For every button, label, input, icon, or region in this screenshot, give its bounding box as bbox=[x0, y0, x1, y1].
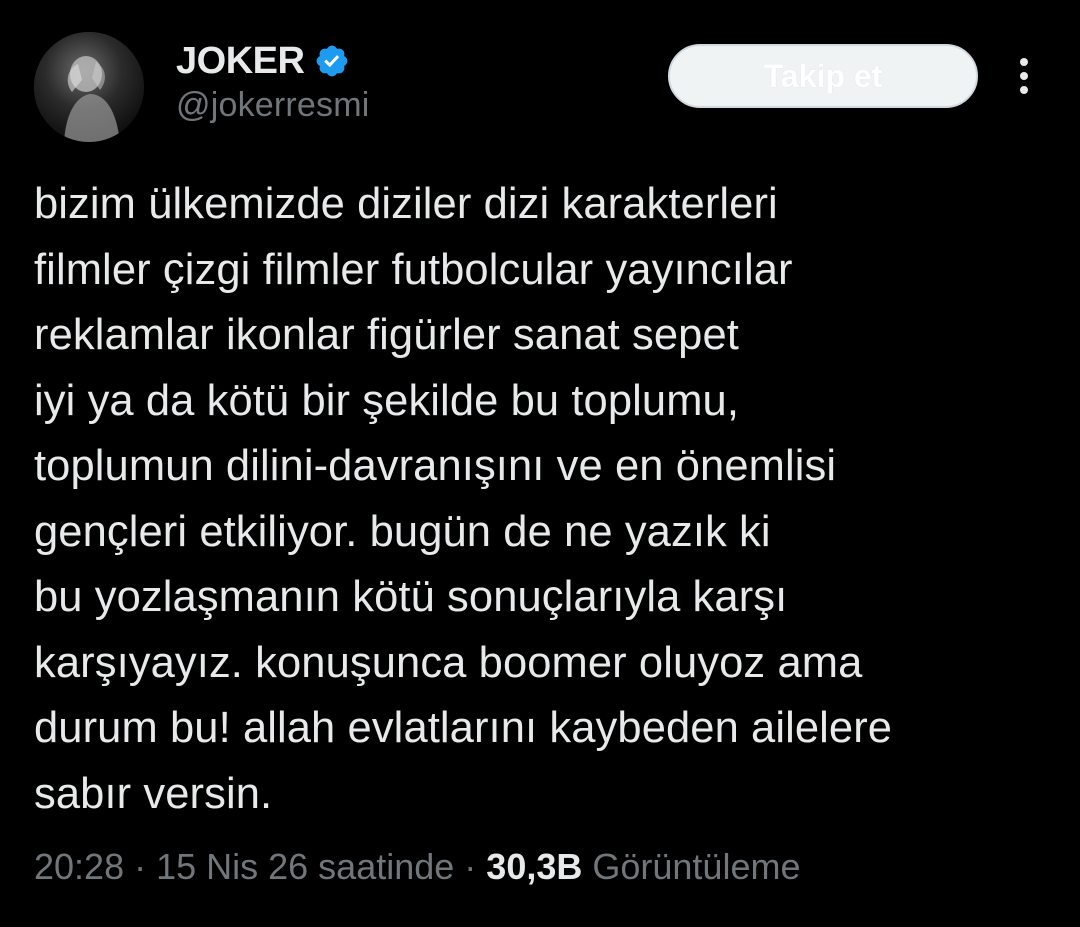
author-name-row: JOKER bbox=[176, 38, 350, 84]
more-vertical-icon[interactable] bbox=[1008, 54, 1040, 98]
follow-button-label: Takip et bbox=[763, 57, 883, 94]
author-handle[interactable]: @jokerresmi bbox=[176, 86, 370, 125]
tweet-text: bizim ülkemizde diziler dizi karakterler… bbox=[34, 180, 893, 818]
avatar-image bbox=[34, 32, 144, 142]
meta-separator: · bbox=[464, 846, 477, 887]
verified-badge-icon[interactable] bbox=[314, 43, 350, 79]
meta-separator: · bbox=[134, 846, 147, 887]
tweet-date[interactable]: 15 Nis 26 saatinde bbox=[156, 846, 454, 888]
follow-button[interactable]: Takip et bbox=[668, 44, 978, 108]
author-display-name[interactable]: JOKER bbox=[176, 40, 305, 83]
tweet-card: JOKER @jokerresmi Takip et bizim ülkemiz… bbox=[0, 0, 1080, 927]
views-count[interactable]: 30,3B bbox=[486, 846, 582, 888]
tweet-time[interactable]: 20:28 bbox=[34, 846, 124, 888]
author-avatar[interactable] bbox=[34, 32, 144, 142]
tweet-meta: 20:28 · 15 Nis 26 saatinde · 30,3B Görün… bbox=[34, 846, 800, 888]
views-label[interactable]: Görüntüleme bbox=[592, 846, 800, 888]
